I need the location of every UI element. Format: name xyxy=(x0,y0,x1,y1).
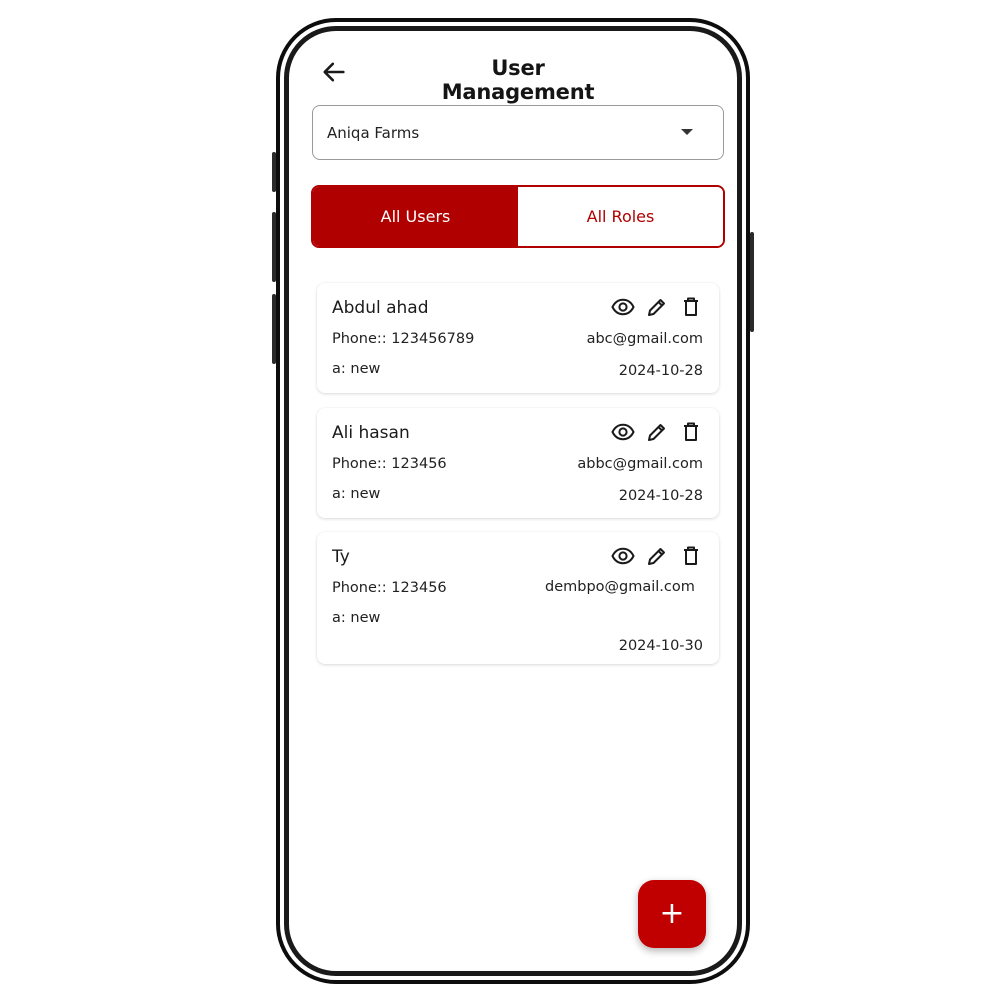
caret-down-icon[interactable] xyxy=(681,129,693,135)
volume-button xyxy=(272,212,276,282)
user-phone: Phone:: 123456 xyxy=(332,456,447,472)
tab-all-roles[interactable]: All Roles xyxy=(518,187,723,246)
plus-icon: + xyxy=(659,896,685,931)
user-card[interactable]: Ali hasan Phone:: 123456 a: new abbc@gma… xyxy=(317,408,719,518)
arrow-left-icon[interactable] xyxy=(320,58,348,86)
user-email: dembpo@gmail.com xyxy=(545,579,695,595)
user-role: a: new xyxy=(332,610,381,626)
card-actions xyxy=(611,544,703,568)
user-name: Abdul ahad xyxy=(332,298,429,318)
pencil-icon[interactable] xyxy=(645,420,669,444)
pencil-icon[interactable] xyxy=(645,295,669,319)
eye-icon[interactable] xyxy=(611,420,635,444)
user-email: abbc@gmail.com xyxy=(577,456,703,472)
farm-select-value: Aniqa Farms xyxy=(327,124,420,142)
user-role: a: new xyxy=(332,361,381,377)
user-date: 2024-10-30 xyxy=(618,638,703,654)
user-name: Ty xyxy=(332,547,350,567)
user-role: a: new xyxy=(332,486,381,502)
trash-icon[interactable] xyxy=(679,420,703,444)
volume-button xyxy=(272,152,276,192)
pencil-icon[interactable] xyxy=(645,544,669,568)
farm-select[interactable]: Aniqa Farms xyxy=(312,105,724,160)
user-name: Ali hasan xyxy=(332,423,410,443)
user-phone: Phone:: 123456789 xyxy=(332,331,475,347)
trash-icon[interactable] xyxy=(679,544,703,568)
user-email: abc@gmail.com xyxy=(586,331,703,347)
user-date: 2024-10-28 xyxy=(618,488,703,504)
tab-all-users[interactable]: All Users xyxy=(313,187,518,246)
eye-icon[interactable] xyxy=(611,295,635,319)
power-button xyxy=(750,232,754,332)
user-card[interactable]: Abdul ahad Phone:: 123456789 a: new abc@… xyxy=(317,283,719,393)
user-card[interactable]: Ty Phone:: 123456 a: new dembpo@gmail.co… xyxy=(317,532,719,664)
trash-icon[interactable] xyxy=(679,295,703,319)
eye-icon[interactable] xyxy=(611,544,635,568)
app-screen: User Management Aniqa Farms All Users Al… xyxy=(298,36,730,966)
tab-bar: All Users All Roles xyxy=(311,185,725,248)
card-actions xyxy=(611,420,703,444)
user-phone: Phone:: 123456 xyxy=(332,580,447,596)
user-date: 2024-10-28 xyxy=(618,363,703,379)
card-actions xyxy=(611,295,703,319)
volume-button xyxy=(272,294,276,364)
page-title: User Management xyxy=(441,56,595,104)
add-user-button[interactable]: + xyxy=(638,880,706,948)
